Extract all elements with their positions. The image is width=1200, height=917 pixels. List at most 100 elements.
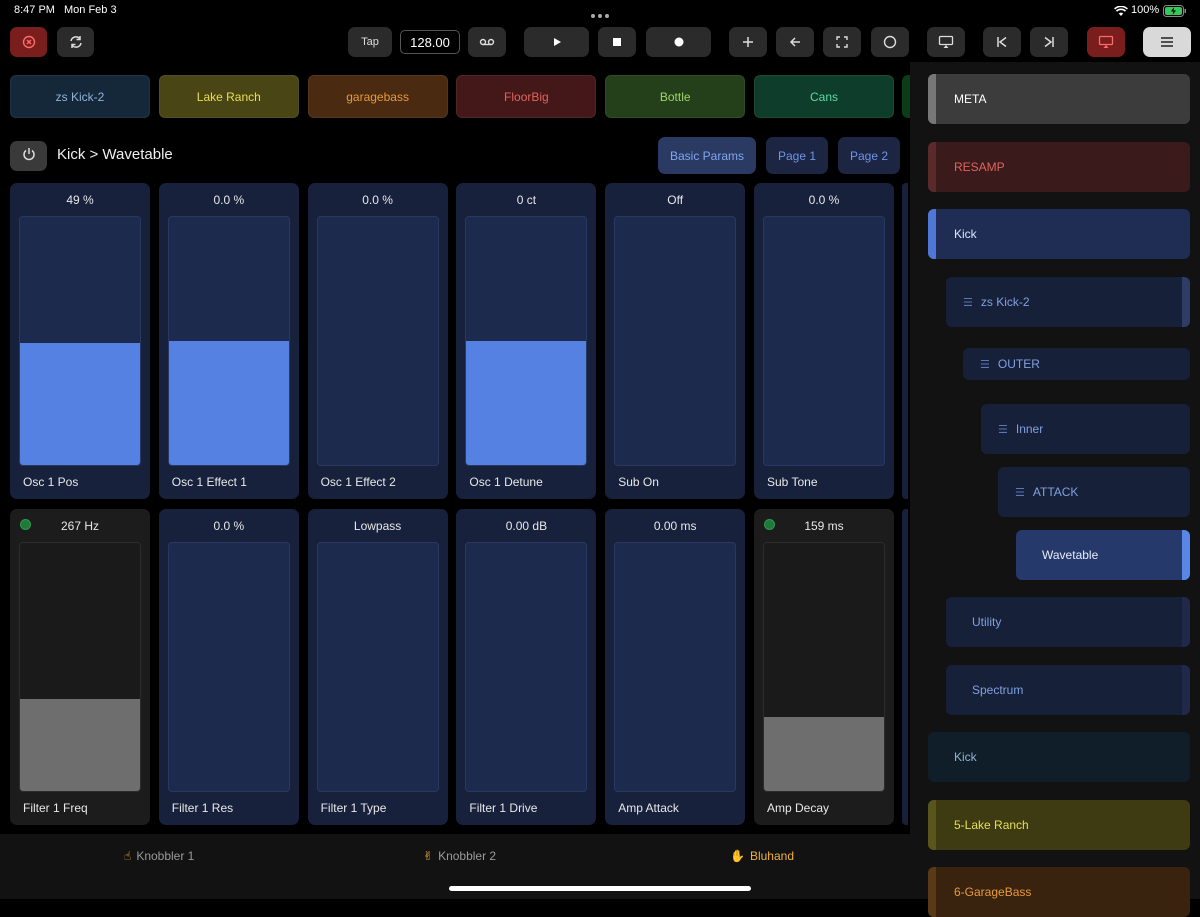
tree-item[interactable]: Kick <box>928 732 1190 782</box>
hand-icon: ☝ <box>124 849 132 863</box>
param-card[interactable]: 0.0 % Filter 1 Res <box>158 509 299 825</box>
refresh-icon <box>68 35 84 49</box>
play-icon <box>552 37 562 47</box>
bottom-tab-2[interactable]: ✌ Knobbler 2 <box>423 849 496 863</box>
param-fader[interactable] <box>614 542 737 792</box>
clip-slot[interactable]: Cans <box>754 75 894 118</box>
param-fader[interactable] <box>763 542 885 792</box>
hand-icon: ✌ <box>423 849 434 863</box>
tree-item-label: ATTACK <box>1032 485 1079 499</box>
clip-slot[interactable]: zs Kick-2 <box>10 75 150 118</box>
add-button[interactable] <box>729 27 767 57</box>
param-fader[interactable] <box>19 542 141 792</box>
tree-item-label: Utility <box>972 615 1002 629</box>
param-fader[interactable] <box>465 216 588 466</box>
arm-button[interactable] <box>871 27 909 57</box>
param-card[interactable]: Lowpass Filter 1 Type <box>307 509 448 825</box>
page-button-page-1[interactable]: Page 1 <box>766 137 828 174</box>
tree-item[interactable]: ☰ ATTACK <box>998 467 1190 517</box>
next-button[interactable] <box>1030 27 1068 57</box>
bottom-tab-3[interactable]: ✋ Bluhand <box>730 849 794 863</box>
param-fader[interactable] <box>316 542 439 792</box>
param-fader[interactable] <box>19 216 141 466</box>
plus-icon <box>742 36 754 48</box>
stop-button[interactable] <box>598 27 636 57</box>
param-label: Osc 1 Pos <box>23 475 79 489</box>
track-color-bar <box>928 74 936 124</box>
param-overflow <box>902 509 908 825</box>
tree-item[interactable]: 5-Lake Ranch <box>928 800 1190 850</box>
param-fader[interactable] <box>465 542 588 792</box>
selection-bar <box>1182 665 1190 715</box>
clip-slot[interactable]: Lake Ranch <box>158 75 299 118</box>
param-card[interactable]: 0.00 dB Filter 1 Drive <box>456 509 597 825</box>
param-label: Osc 1 Effect 2 <box>320 475 396 489</box>
fullscreen-button[interactable] <box>823 27 861 57</box>
clip-slot[interactable]: Bottle <box>605 75 746 118</box>
list-icon: ☰ <box>963 296 973 309</box>
home-indicator[interactable] <box>449 886 751 891</box>
clip-slot[interactable]: FloorBig <box>456 75 597 118</box>
airplay-button[interactable] <box>1087 27 1125 57</box>
fader-fill <box>20 699 140 791</box>
battery-charging-icon <box>1163 4 1187 22</box>
stop-all-button[interactable] <box>10 27 47 57</box>
record-button[interactable] <box>646 27 711 57</box>
tap-tempo-button[interactable]: Tap <box>348 27 392 57</box>
param-fader[interactable] <box>763 216 885 466</box>
tree-item[interactable]: Utility <box>946 597 1190 647</box>
skip-forward-icon <box>1043 36 1055 48</box>
arrow-left-icon <box>789 36 801 48</box>
fader-fill <box>20 343 140 465</box>
device-power-button[interactable] <box>10 141 47 171</box>
selection-bar <box>1182 277 1190 327</box>
tree-item[interactable]: 6-GarageBass <box>928 867 1190 917</box>
tree-item-label: 5-Lake Ranch <box>954 818 1029 832</box>
airplay-icon <box>1098 35 1114 49</box>
param-card[interactable]: 267 Hz Filter 1 Freq <box>10 509 150 825</box>
param-fader[interactable] <box>614 216 737 466</box>
tree-item[interactable]: Kick <box>928 209 1190 259</box>
param-fader[interactable] <box>316 216 439 466</box>
tree-item[interactable]: ☰ Inner <box>981 404 1190 454</box>
previous-button[interactable] <box>983 27 1021 57</box>
param-card[interactable]: 0.0 % Osc 1 Effect 2 <box>307 183 448 499</box>
close-circle-icon <box>22 35 36 49</box>
tape-button[interactable] <box>468 27 506 57</box>
param-fader[interactable] <box>167 216 290 466</box>
sidebar-toggle-button[interactable] <box>1143 27 1191 57</box>
refresh-button[interactable] <box>57 27 94 57</box>
param-label: Filter 1 Res <box>171 801 234 815</box>
param-value: 0.00 dB <box>505 519 548 533</box>
bpm-display[interactable]: 128.00 <box>400 30 460 54</box>
param-value: 0.0 % <box>213 193 245 207</box>
param-value: 0 ct <box>516 193 537 207</box>
back-button[interactable] <box>776 27 814 57</box>
param-fader[interactable] <box>167 542 290 792</box>
param-card[interactable]: 0.0 % Osc 1 Effect 1 <box>158 183 299 499</box>
param-value: 0.0 % <box>362 193 393 207</box>
param-card[interactable]: 49 % Osc 1 Pos <box>10 183 150 499</box>
bottom-tab-1[interactable]: ☝ Knobbler 1 <box>124 849 194 863</box>
page-button-page-2[interactable]: Page 2 <box>838 137 900 174</box>
param-card[interactable]: 0.0 % Sub Tone <box>754 183 894 499</box>
tree-item[interactable]: Spectrum <box>946 665 1190 715</box>
tree-item-label: Spectrum <box>972 683 1024 697</box>
param-card[interactable]: 159 ms Amp Decay <box>754 509 894 825</box>
wifi-icon <box>1114 4 1128 22</box>
param-card[interactable]: 0 ct Osc 1 Detune <box>456 183 597 499</box>
tree-item[interactable]: META <box>928 74 1190 124</box>
multitask-dots-icon[interactable] <box>590 6 610 18</box>
page-button-basic-params[interactable]: Basic Params <box>658 137 756 174</box>
tree-item[interactable]: ☰ OUTER <box>963 348 1190 380</box>
play-button[interactable] <box>524 27 589 57</box>
clip-slot[interactable]: garagebass <box>307 75 448 118</box>
tree-item-label: zs Kick-2 <box>980 295 1030 309</box>
list-icon: ☰ <box>1015 486 1025 499</box>
param-card[interactable]: 0.00 ms Amp Attack <box>605 509 746 825</box>
tree-item[interactable]: Wavetable <box>1016 530 1190 580</box>
tree-item[interactable]: RESAMP <box>928 142 1190 192</box>
view-button[interactable] <box>927 27 965 57</box>
param-card[interactable]: Off Sub On <box>605 183 746 499</box>
tree-item[interactable]: ☰ zs Kick-2 <box>946 277 1190 327</box>
